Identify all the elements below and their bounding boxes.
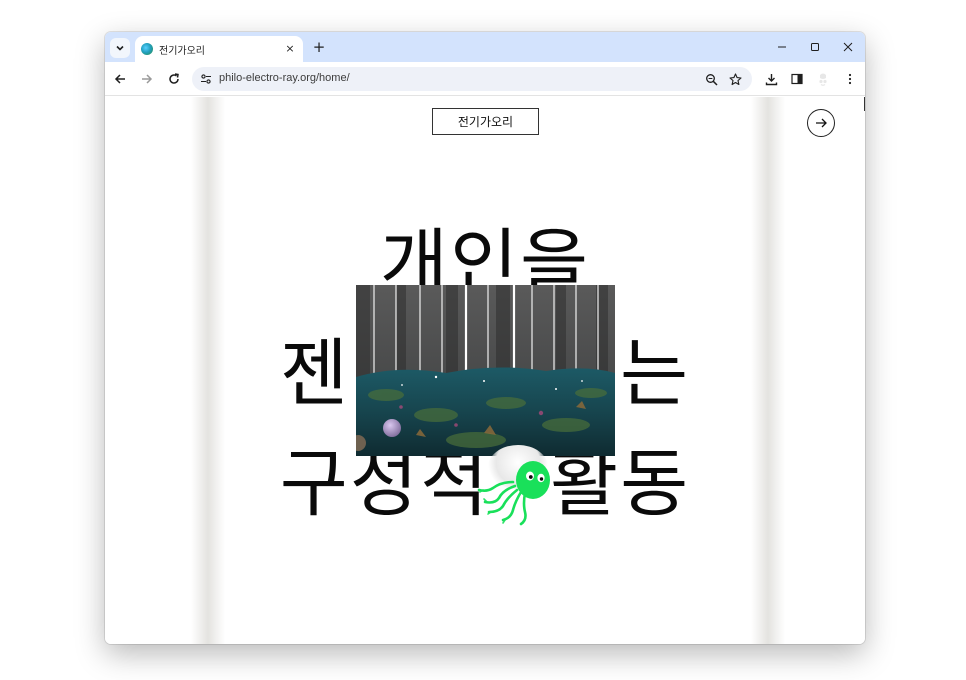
arrow-right-icon	[142, 74, 153, 84]
hero-artwork-image	[356, 285, 615, 456]
site-brand-button[interactable]: 전기가오리	[432, 108, 539, 135]
downloads-button[interactable]	[760, 68, 782, 90]
side-panel-button[interactable]	[786, 68, 808, 90]
tab-close-icon[interactable]: ×	[283, 41, 297, 55]
headline-line-2-start: 젠	[279, 331, 350, 417]
minimize-icon	[778, 46, 786, 48]
tab-search-button[interactable]	[110, 38, 130, 58]
next-page-button[interactable]	[807, 109, 835, 137]
arrow-right-icon	[816, 118, 827, 128]
reload-button[interactable]	[163, 68, 185, 90]
close-icon	[843, 42, 853, 52]
arrow-left-icon	[114, 74, 125, 84]
reload-icon	[169, 73, 179, 84]
url-text[interactable]: philo-electro-ray.org/home/	[219, 72, 350, 84]
tab-title: 전기가오리	[159, 45, 205, 57]
side-panel-icon	[791, 73, 803, 85]
minimize-button[interactable]	[773, 38, 791, 56]
profile-incognito-icon	[819, 73, 827, 86]
active-tab[interactable]: 전기가오리 ×	[135, 36, 303, 62]
chevron-down-icon	[116, 45, 124, 51]
maximize-icon	[811, 43, 819, 51]
browser-window: 전기가오리 × + philo-electro-ray.org/home/ 전기…	[105, 32, 865, 644]
zoom-icon[interactable]	[702, 70, 720, 88]
tab-strip: 전기가오리 × +	[105, 32, 865, 62]
back-button[interactable]	[109, 68, 131, 90]
bookmark-star-icon[interactable]	[726, 70, 744, 88]
close-window-button[interactable]	[839, 38, 857, 56]
menu-button[interactable]	[839, 68, 861, 90]
site-favicon-icon	[141, 43, 153, 55]
maximize-button[interactable]	[806, 38, 824, 56]
download-icon	[765, 73, 777, 85]
new-tab-button[interactable]: +	[310, 38, 328, 56]
browser-toolbar: philo-electro-ray.org/home/	[105, 62, 865, 96]
forward-button[interactable]	[136, 68, 158, 90]
kebab-menu-icon	[848, 73, 852, 85]
profile-button[interactable]	[812, 68, 834, 90]
jellyfish-mascot-icon	[475, 460, 555, 526]
site-info-icon[interactable]	[197, 70, 215, 88]
scrollbar-thumb[interactable]	[864, 97, 865, 111]
page-viewport: 전기가오리 개인을 젠는 구성적 활동	[105, 97, 865, 644]
headline-line-2-end: 는	[620, 331, 691, 417]
address-bar[interactable]: philo-electro-ray.org/home/	[192, 67, 752, 91]
